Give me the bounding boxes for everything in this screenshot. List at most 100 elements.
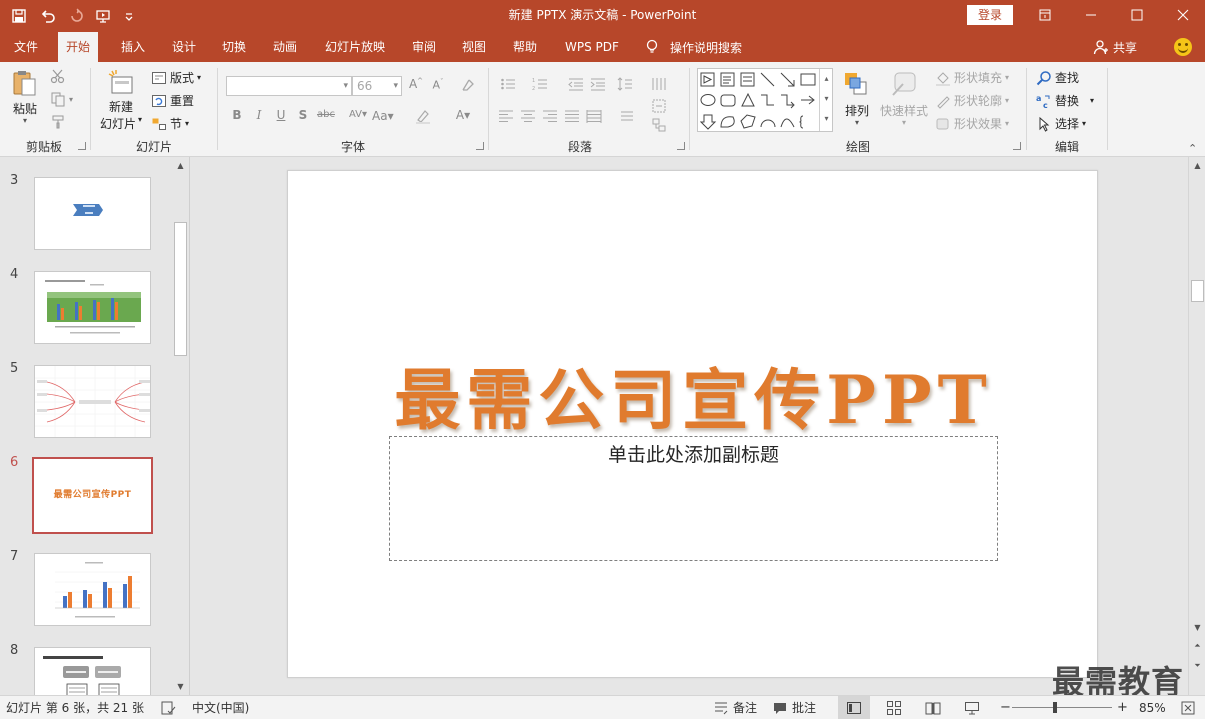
shapes-scroll[interactable]: ▴ ▾ ▾ bbox=[819, 69, 833, 131]
tab-design[interactable]: 设计 bbox=[164, 32, 204, 62]
quick-styles-button[interactable]: 快速样式 ▾ bbox=[880, 70, 928, 127]
align-left-button[interactable] bbox=[498, 108, 514, 127]
ribbon-display-options-button[interactable] bbox=[1022, 0, 1068, 30]
zoom-out-button[interactable]: − bbox=[1000, 696, 1011, 719]
comments-button[interactable]: 批注 bbox=[772, 696, 816, 719]
slide-thumbnail-3[interactable] bbox=[34, 177, 151, 250]
feedback-smiley-icon[interactable] bbox=[1174, 38, 1192, 56]
zoom-in-button[interactable]: + bbox=[1117, 696, 1128, 719]
tell-me-search[interactable]: 操作说明搜索 bbox=[644, 32, 742, 62]
shape-outline-button[interactable]: 形状轮廓 ▾ bbox=[935, 92, 1009, 109]
close-button[interactable] bbox=[1160, 0, 1205, 30]
decrease-font-size-button[interactable]: Aˇ bbox=[430, 78, 446, 92]
language-status[interactable]: 中文(中国) bbox=[192, 696, 249, 719]
maximize-button[interactable] bbox=[1114, 0, 1160, 30]
character-spacing-button[interactable]: AV▾ bbox=[344, 109, 372, 120]
format-painter-button[interactable] bbox=[50, 114, 66, 130]
tab-insert[interactable]: 插入 bbox=[113, 32, 153, 62]
tab-help[interactable]: 帮助 bbox=[505, 32, 545, 62]
strikethrough-button[interactable]: abc bbox=[316, 109, 336, 120]
slide-thumbnail-8[interactable] bbox=[34, 647, 151, 695]
thumbnails-scrollbar[interactable]: ▲ ▼ bbox=[172, 157, 189, 695]
increase-indent-button[interactable] bbox=[590, 76, 606, 95]
highlight-button[interactable] bbox=[408, 108, 438, 127]
align-text-button[interactable] bbox=[649, 98, 669, 117]
editor-scrollbar[interactable]: ▲ ▼ ⏶ ⏷ bbox=[1188, 157, 1205, 695]
font-launcher[interactable] bbox=[476, 142, 484, 150]
paste-button[interactable]: 粘贴 ▾ bbox=[10, 68, 40, 125]
change-case-button[interactable]: Aa▾ bbox=[372, 109, 394, 123]
slide-thumbnail-6[interactable]: 最需公司宣传PPT bbox=[32, 457, 153, 534]
numbering-button[interactable]: 12 bbox=[530, 76, 550, 95]
tab-home[interactable]: 开始 bbox=[58, 32, 99, 62]
customize-qat-button[interactable] bbox=[118, 5, 140, 27]
decrease-indent-button[interactable] bbox=[568, 76, 584, 95]
redo-button[interactable] bbox=[66, 5, 88, 27]
drawing-launcher[interactable] bbox=[1013, 142, 1021, 150]
scroll-down-arrow-icon[interactable]: ▼ bbox=[1189, 619, 1205, 636]
zoom-slider[interactable] bbox=[1012, 707, 1112, 708]
tab-view[interactable]: 视图 bbox=[454, 32, 494, 62]
minimize-button[interactable] bbox=[1068, 0, 1114, 30]
shapes-gallery[interactable]: ▴ ▾ ▾ bbox=[697, 68, 833, 132]
thumbnails-scroll-thumb[interactable] bbox=[174, 222, 187, 356]
slide-sorter-button[interactable] bbox=[886, 696, 902, 719]
fit-to-window-button[interactable] bbox=[1180, 696, 1196, 719]
collapse-ribbon-button[interactable]: ⌃ bbox=[1188, 142, 1197, 155]
paragraph-launcher[interactable] bbox=[677, 142, 685, 150]
find-button[interactable]: 查找 bbox=[1036, 69, 1079, 86]
tab-animations[interactable]: 动画 bbox=[265, 32, 305, 62]
bullets-button[interactable] bbox=[498, 76, 518, 95]
tab-file[interactable]: 文件 bbox=[6, 32, 46, 62]
underline-button[interactable]: U bbox=[273, 108, 289, 122]
scroll-up-arrow-icon[interactable]: ▲ bbox=[172, 157, 189, 174]
new-slide-button[interactable]: 新建 幻灯片 ▾ bbox=[100, 68, 142, 132]
text-shadow-button[interactable]: S bbox=[295, 108, 311, 122]
layout-button[interactable]: 版式 ▾ bbox=[151, 69, 201, 86]
bold-button[interactable]: B bbox=[229, 108, 245, 122]
shape-fill-button[interactable]: 形状填充 ▾ bbox=[935, 69, 1009, 86]
italic-button[interactable]: I bbox=[251, 108, 267, 122]
font-size-combo[interactable]: 66 bbox=[352, 76, 402, 96]
previous-slide-icon[interactable]: ⏶ bbox=[1189, 637, 1205, 654]
shape-effects-button[interactable]: 形状效果 ▾ bbox=[935, 115, 1009, 132]
justify-button[interactable] bbox=[564, 108, 580, 127]
tab-review[interactable]: 审阅 bbox=[404, 32, 444, 62]
share-button[interactable]: 共享 bbox=[1093, 32, 1137, 62]
clear-formatting-button[interactable] bbox=[460, 77, 476, 96]
cut-button[interactable] bbox=[50, 68, 66, 84]
align-right-button[interactable] bbox=[542, 108, 558, 127]
undo-button[interactable] bbox=[34, 5, 62, 27]
clipboard-launcher[interactable] bbox=[78, 142, 86, 150]
section-button[interactable]: 节 ▾ bbox=[151, 115, 189, 132]
scroll-up-arrow-icon[interactable]: ▲ bbox=[1189, 157, 1205, 174]
font-name-combo[interactable] bbox=[226, 76, 352, 96]
zoom-level[interactable]: 85% bbox=[1139, 696, 1166, 719]
select-button[interactable]: 选择 ▾ bbox=[1036, 115, 1086, 132]
reset-button[interactable]: 重置 bbox=[151, 92, 194, 109]
slide-title[interactable]: 最需公司宣传PPT bbox=[288, 347, 1099, 443]
scroll-down-arrow-icon[interactable]: ▼ bbox=[172, 678, 189, 695]
align-center-button[interactable] bbox=[520, 108, 536, 127]
columns-button[interactable] bbox=[649, 76, 669, 95]
slide-thumbnail-5[interactable] bbox=[34, 365, 151, 438]
slide-thumbnail-7[interactable] bbox=[34, 553, 151, 626]
start-from-beginning-button[interactable] bbox=[92, 5, 114, 27]
convert-smartart-button[interactable] bbox=[649, 117, 669, 136]
save-button[interactable] bbox=[8, 5, 30, 27]
copy-button[interactable]: ▾ bbox=[50, 91, 73, 107]
arrange-button[interactable]: 排列 ▾ bbox=[842, 70, 872, 127]
tab-wps-pdf[interactable]: WPS PDF bbox=[557, 32, 627, 62]
notes-button[interactable]: 备注 bbox=[713, 696, 757, 719]
editor-scroll-thumb[interactable] bbox=[1191, 280, 1204, 302]
normal-view-button[interactable] bbox=[838, 696, 870, 719]
tab-transitions[interactable]: 切换 bbox=[214, 32, 254, 62]
login-button[interactable]: 登录 bbox=[967, 5, 1013, 25]
reading-view-button[interactable] bbox=[925, 696, 941, 719]
increase-font-size-button[interactable]: A^ bbox=[408, 77, 424, 91]
text-direction-button[interactable] bbox=[617, 108, 637, 127]
zoom-slider-thumb[interactable] bbox=[1053, 702, 1057, 713]
slide-thumbnail-4[interactable] bbox=[34, 271, 151, 344]
slideshow-view-button[interactable] bbox=[964, 696, 980, 719]
current-slide[interactable]: 最需公司宣传PPT 单击此处添加副标题 bbox=[287, 170, 1098, 678]
